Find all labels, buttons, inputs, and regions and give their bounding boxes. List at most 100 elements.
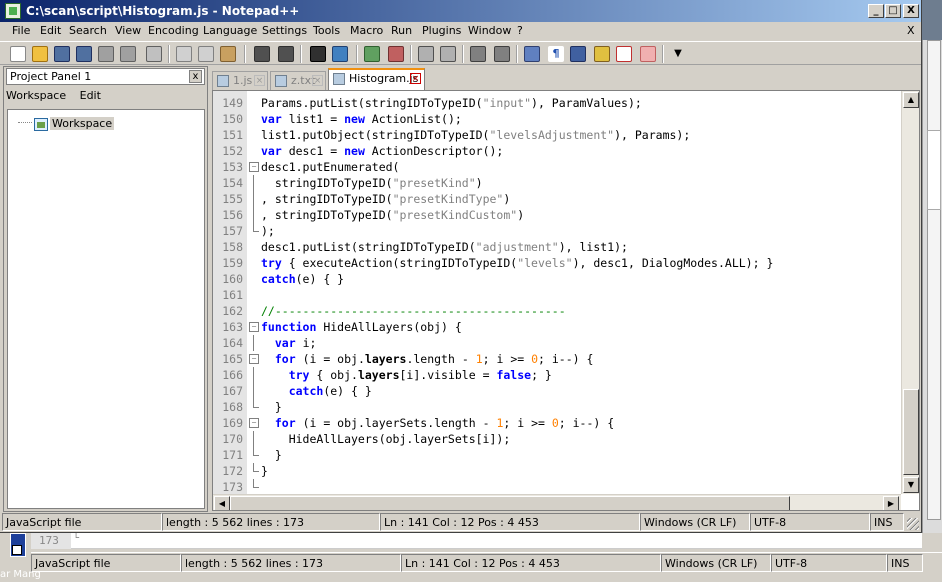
code-token: //--------------------------------------…	[261, 304, 566, 318]
project-menu-workspace[interactable]: Workspace	[6, 89, 66, 102]
code-editor[interactable]: 149 Params.putList(stringIDToTypeID("inpu…	[212, 90, 920, 511]
code-line[interactable]: 158 desc1.putList(stringIDToTypeID("adjus…	[213, 239, 903, 255]
tab-close-icon[interactable]: ×	[410, 73, 421, 84]
save-icon[interactable]	[54, 46, 70, 62]
horizontal-scroll-thumb[interactable]	[230, 496, 790, 510]
tab-label: 1.js	[233, 74, 253, 87]
new-icon[interactable]	[10, 46, 26, 62]
pilcrow-icon[interactable]: ¶	[548, 46, 564, 62]
code-line[interactable]: 164 var i;	[213, 335, 903, 351]
sync-h-icon[interactable]	[440, 46, 456, 62]
vertical-scroll-thumb[interactable]	[903, 389, 919, 475]
vertical-scrollbar[interactable]: ▲ ▼	[901, 91, 919, 494]
menu-file[interactable]: File	[12, 24, 30, 37]
zoom-in-icon[interactable]	[364, 46, 380, 62]
menu-edit[interactable]: Edit	[40, 24, 61, 37]
code-line[interactable]: 160 catch(e) { }	[213, 271, 903, 287]
tree-item-workspace[interactable]: Workspace	[50, 117, 115, 130]
doc-map-icon[interactable]	[594, 46, 610, 62]
folder-workspace-icon[interactable]	[640, 46, 656, 62]
fold-toggle-icon[interactable]	[249, 159, 259, 175]
menu-window[interactable]: Window	[468, 24, 511, 37]
code-line[interactable]: 165 for (i = obj.layers.length - 1; i >=…	[213, 351, 903, 367]
project-panel-close-button[interactable]: x	[189, 70, 202, 83]
menu-help[interactable]: ?	[517, 24, 523, 37]
all-chars-icon[interactable]	[494, 46, 510, 62]
close-window-button[interactable]: X	[903, 4, 919, 18]
code-line[interactable]: 168 }	[213, 399, 903, 415]
tab-close-icon[interactable]: ×	[254, 75, 265, 86]
menu-run[interactable]: Run	[391, 24, 412, 37]
code-line[interactable]: 156 , stringIDToTypeID("presetKindCustom"…	[213, 207, 903, 223]
code-line[interactable]: 162 //-----------------------------------…	[213, 303, 903, 319]
code-line[interactable]: 171 }	[213, 447, 903, 463]
menu-language[interactable]: Language	[203, 24, 257, 37]
scroll-right-arrow-icon[interactable]: ▶	[883, 496, 899, 510]
tab-histogram-js[interactable]: Histogram.js ×	[328, 68, 425, 90]
scroll-up-arrow-icon[interactable]: ▲	[903, 92, 919, 108]
code-line[interactable]: 161	[213, 287, 903, 303]
code-line[interactable]: 154 stringIDToTypeID("presetKind")	[213, 175, 903, 191]
indent-guide-icon[interactable]	[524, 46, 540, 62]
menu-macro[interactable]: Macro	[350, 24, 383, 37]
horizontal-scrollbar[interactable]: ◀ ▶	[213, 494, 901, 510]
code-line[interactable]: 152 var desc1 = new ActionDescriptor();	[213, 143, 903, 159]
code-line[interactable]: 157);	[213, 223, 903, 239]
menu-search[interactable]: Search	[69, 24, 107, 37]
menu-plugins[interactable]: Plugins	[422, 24, 461, 37]
status-position: Ln : 141 Col : 12 Pos : 4 453	[380, 513, 640, 531]
more-icon[interactable]: ▼	[670, 46, 686, 62]
menu-encoding[interactable]: Encoding	[148, 24, 199, 37]
code-line[interactable]: 173	[213, 479, 903, 495]
code-text: //--------------------------------------…	[261, 303, 566, 319]
code-line[interactable]: 159 try { executeAction(stringIDToTypeID(…	[213, 255, 903, 271]
redo-icon[interactable]	[278, 46, 294, 62]
project-menu-edit[interactable]: Edit	[80, 89, 101, 102]
close-all-icon[interactable]	[120, 46, 136, 62]
tab-z-txt[interactable]: z.txt ×	[270, 71, 326, 90]
open-icon[interactable]	[32, 46, 48, 62]
fold-toggle-icon[interactable]	[249, 351, 259, 367]
cut-icon[interactable]	[176, 46, 192, 62]
maximize-button[interactable]: □	[885, 4, 901, 18]
replace-icon[interactable]	[332, 46, 348, 62]
save-all-icon[interactable]	[76, 46, 92, 62]
code-line[interactable]: 170 HideAllLayers(obj.layerSets[i]);	[213, 431, 903, 447]
zoom-out-icon[interactable]	[388, 46, 404, 62]
tab-1-js[interactable]: 1.js ×	[212, 71, 268, 90]
find-icon[interactable]	[310, 46, 326, 62]
function-list-icon[interactable]	[616, 46, 632, 62]
tab-close-icon[interactable]: ×	[312, 75, 323, 86]
print-icon[interactable]	[146, 46, 162, 62]
code-line[interactable]: 149 Params.putList(stringIDToTypeID("inpu…	[213, 95, 903, 111]
paste-icon[interactable]	[220, 46, 236, 62]
code-line[interactable]: 150 var list1 = new ActionList();	[213, 111, 903, 127]
code-line[interactable]: 169 for (i = obj.layerSets.length - 1; i…	[213, 415, 903, 431]
scroll-down-arrow-icon[interactable]: ▼	[903, 477, 919, 493]
title-bar[interactable]: C:\scan\script\Histogram.js - Notepad++ …	[0, 0, 921, 22]
menu-tools[interactable]: Tools	[313, 24, 340, 37]
notepadpp-app-icon[interactable]	[5, 3, 21, 19]
code-line[interactable]: 172}	[213, 463, 903, 479]
close-document-button[interactable]: X	[907, 24, 915, 37]
code-line[interactable]: 163 function HideAllLayers(obj) {	[213, 319, 903, 335]
code-line[interactable]: 167 catch(e) { }	[213, 383, 903, 399]
close-icon[interactable]	[98, 46, 114, 62]
code-line[interactable]: 155 , stringIDToTypeID("presetKindType")	[213, 191, 903, 207]
fold-toggle-icon[interactable]	[249, 415, 259, 431]
menu-settings[interactable]: Settings	[262, 24, 307, 37]
sync-v-icon[interactable]	[418, 46, 434, 62]
code-line[interactable]: 166 try { obj.layers[i].visible = false;…	[213, 367, 903, 383]
word-wrap-icon[interactable]	[470, 46, 486, 62]
code-line[interactable]: 153 desc1.putEnumerated(	[213, 159, 903, 175]
code-line[interactable]: 151 list1.putObject(stringIDToTypeID("lev…	[213, 127, 903, 143]
minimize-button[interactable]: _	[868, 4, 884, 18]
copy-icon[interactable]	[198, 46, 214, 62]
code-token: for	[274, 352, 296, 366]
scroll-left-arrow-icon[interactable]: ◀	[214, 496, 230, 510]
undo-icon[interactable]	[254, 46, 270, 62]
menu-view[interactable]: View	[115, 24, 141, 37]
fold-toggle-icon[interactable]	[249, 319, 259, 335]
resize-grip-icon[interactable]	[907, 518, 919, 530]
user-lang-icon[interactable]	[570, 46, 586, 62]
